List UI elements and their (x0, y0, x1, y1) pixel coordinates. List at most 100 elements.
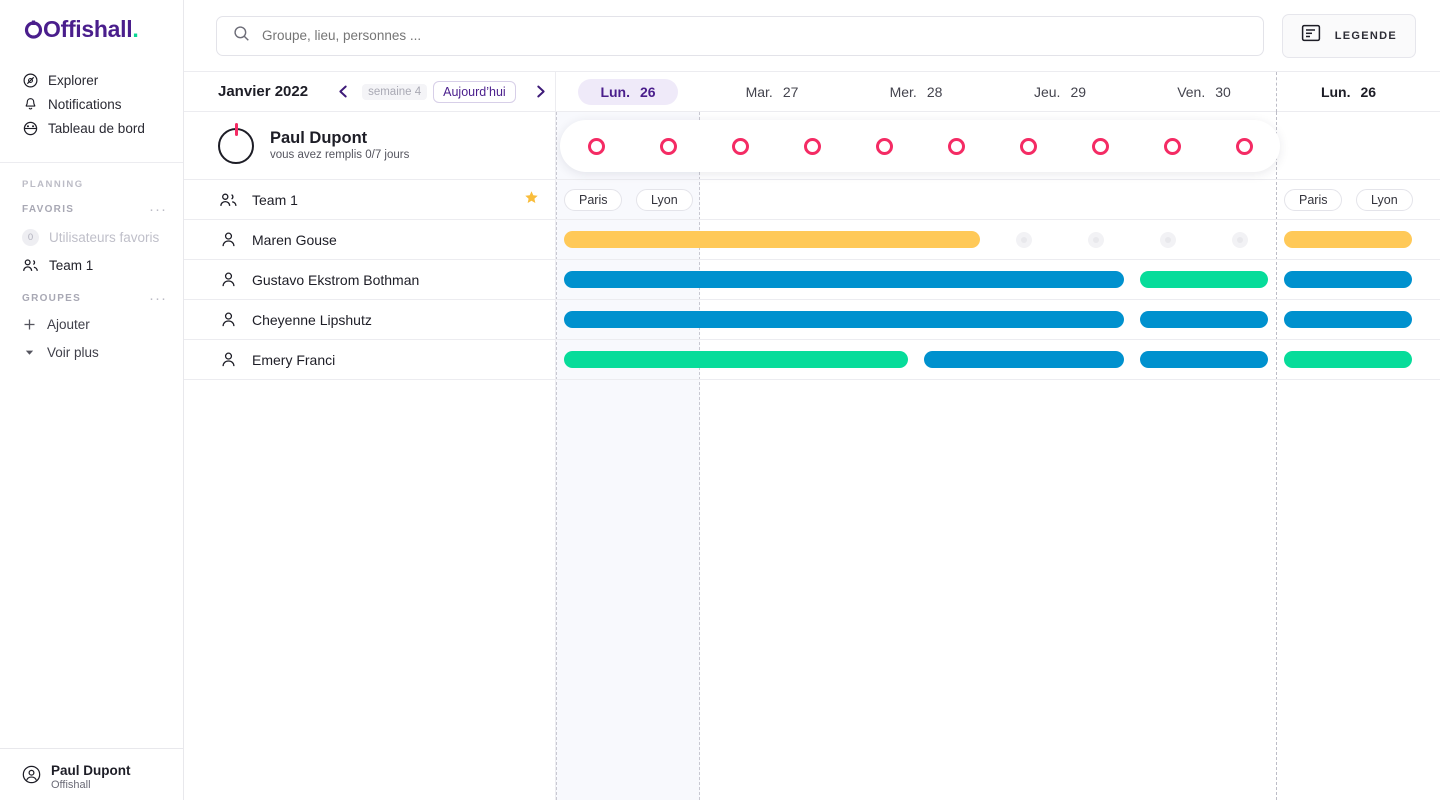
sidebar-section-groupes-label: GROUPES (22, 293, 82, 304)
favoris-overflow-menu-icon[interactable]: ··· (149, 202, 167, 217)
sidebar-section-favoris-label: FAVORIS (22, 204, 75, 215)
chevron-down-icon (22, 347, 36, 358)
group-icon (22, 257, 39, 274)
person-icon (218, 351, 238, 368)
day-column-headers: Lun. 26 Mar. 27 Mer. 28 Jeu. 29 Ven. 30 Lun. 26 (556, 71, 1440, 112)
location-pill[interactable]: Lyon (1356, 189, 1413, 211)
day-header-mar-27[interactable]: Mar. 27 (700, 72, 844, 112)
empty-ring-icon (1091, 137, 1109, 155)
team-row[interactable]: Team 1 (184, 180, 555, 220)
availability-slot[interactable] (632, 120, 704, 172)
schedule-bar[interactable] (1140, 311, 1268, 328)
availability-slot[interactable] (1136, 120, 1208, 172)
day-header-lun-26[interactable]: Lun. 26 (556, 72, 700, 112)
sidebar-user-footer[interactable]: Paul Dupont Offishall (0, 748, 183, 800)
favorite-star-icon[interactable] (524, 190, 539, 209)
schedule-bar-next-week[interactable] (1284, 311, 1412, 328)
empty-slot-dot[interactable] (1160, 232, 1176, 248)
brand-logo[interactable]: Offishall. (0, 0, 183, 62)
groupes-list: Ajouter Voir plus (0, 304, 183, 366)
day-header-pill: Ven. 30 (1155, 79, 1253, 105)
group-icon (218, 192, 238, 208)
day-header-mer-28[interactable]: Mer. 28 (844, 72, 988, 112)
availability-slot[interactable] (704, 120, 776, 172)
previous-week-button[interactable] (330, 79, 356, 105)
availability-slot[interactable] (1208, 120, 1280, 172)
schedule-bar[interactable] (564, 231, 980, 248)
sidebar-item-tableau-de-bord[interactable]: Tableau de bord (22, 116, 183, 140)
availability-slot[interactable] (1064, 120, 1136, 172)
location-pill[interactable]: Paris (564, 189, 623, 211)
schedule-bar-next-week[interactable] (1284, 231, 1412, 248)
account-circle-icon (22, 765, 41, 789)
empty-ring-icon (1163, 137, 1181, 155)
topbar: LEGENDE (184, 0, 1440, 72)
person-icon (218, 271, 238, 288)
availability-slot[interactable] (992, 120, 1064, 172)
location-pill[interactable]: Paris (1284, 189, 1343, 211)
sidebar-item-utilisateurs-favoris[interactable]: 0 Utilisateurs favoris (22, 223, 183, 251)
date-controls: Janvier 2022 semaine 4 Aujourd’hui (184, 72, 556, 111)
planning-grid: Paul Dupont vous avez remplis 0/7 jours … (184, 112, 1440, 800)
person-row[interactable]: Cheyenne Lipshutz (184, 300, 555, 340)
sidebar-item-team-1[interactable]: Team 1 (22, 251, 183, 279)
row-name-label: Gustavo Ekstrom Bothman (252, 271, 420, 288)
day-number-label: 26 (1360, 83, 1377, 100)
schedule-bar[interactable] (564, 311, 1124, 328)
schedule-row (556, 340, 1440, 380)
schedule-bar[interactable] (1140, 271, 1268, 288)
availability-slot[interactable] (848, 120, 920, 172)
location-pill[interactable]: Lyon (636, 189, 693, 211)
person-icon (218, 231, 238, 248)
availability-slot[interactable] (776, 120, 848, 172)
add-group-label: Ajouter (47, 316, 90, 332)
schedule-bar[interactable] (924, 351, 1124, 368)
schedule-bar[interactable] (564, 271, 1124, 288)
day-of-week-label: Ven. (1177, 83, 1206, 100)
sidebar-user-name: Paul Dupont (51, 763, 131, 778)
empty-slot-dot[interactable] (1016, 232, 1032, 248)
schedule-bar-next-week[interactable] (1284, 271, 1412, 288)
schedule-bar-next-week[interactable] (1284, 351, 1412, 368)
date-navigation-bar: Janvier 2022 semaine 4 Aujourd’hui Lun. 2… (184, 71, 1440, 112)
add-group-button[interactable]: Ajouter (22, 310, 183, 338)
legend-button[interactable]: LEGENDE (1281, 13, 1416, 58)
search-icon (233, 25, 250, 47)
person-row[interactable]: Maren Gouse (184, 220, 555, 260)
availability-slot[interactable] (920, 120, 992, 172)
show-more-groups-button[interactable]: Voir plus (22, 338, 183, 366)
empty-slot-dot[interactable] (1088, 232, 1104, 248)
schedule-bar[interactable] (1140, 351, 1268, 368)
sidebar-item-label: Team 1 (49, 257, 94, 273)
search-box[interactable] (216, 15, 1264, 56)
offishall-o-icon (24, 20, 43, 39)
bell-icon (22, 96, 38, 112)
person-row[interactable]: Gustavo Ekstrom Bothman (184, 260, 555, 300)
sidebar-item-label: Tableau de bord (48, 120, 145, 136)
today-button[interactable]: Aujourd’hui (433, 80, 516, 103)
groupes-overflow-menu-icon[interactable]: ··· (149, 291, 167, 306)
schedule-row (556, 220, 1440, 260)
search-input[interactable] (262, 28, 1247, 43)
day-header-jeu-29[interactable]: Jeu. 29 (988, 72, 1132, 112)
schedule-grid: Paris Lyon Paris Lyon (556, 112, 1440, 800)
empty-slot-dot[interactable] (1232, 232, 1248, 248)
availability-slot[interactable] (560, 120, 632, 172)
row-name-label: Emery Franci (252, 351, 336, 368)
sidebar-user-org: Offishall (51, 779, 91, 791)
sidebar-item-label: Notifications (48, 96, 122, 112)
person-row[interactable]: Emery Franci (184, 340, 555, 380)
sidebar-item-explorer[interactable]: Explorer (22, 68, 183, 92)
availability-card[interactable] (560, 120, 1280, 172)
day-header-pill: Mer. 28 (868, 79, 965, 105)
day-of-week-label: Mer. (889, 83, 917, 100)
day-header-lun-26[interactable]: Lun. 26 (1276, 71, 1420, 112)
week-number-label: semaine 4 (362, 83, 428, 100)
sidebar-item-notifications[interactable]: Notifications (22, 92, 183, 116)
next-week-button[interactable] (528, 79, 554, 105)
brand-name: Offishall (43, 16, 133, 42)
names-list: Team 1 Maren Gouse Gustavo Ekstrom Bothman… (184, 180, 555, 380)
day-header-ven-30[interactable]: Ven. 30 (1132, 72, 1276, 112)
current-month-label: Janvier 2022 (218, 83, 309, 100)
schedule-bar[interactable] (564, 351, 908, 368)
